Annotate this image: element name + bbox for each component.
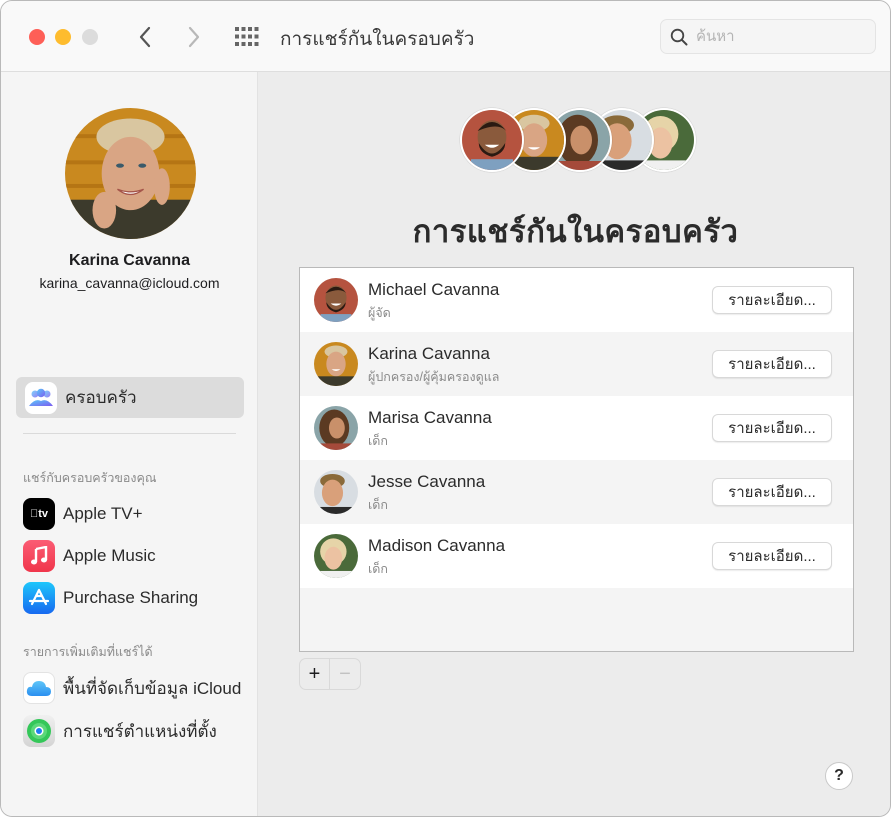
sidebar-item-location-sharing[interactable]: การแชร์ตำแหน่งที่ตั้ง — [23, 714, 217, 748]
remove-member-button[interactable]: − — [330, 659, 360, 689]
chevron-left-icon — [139, 26, 151, 48]
member-role: ผู้จัด — [368, 306, 391, 320]
page-title: การแชร์กันในครอบครัว — [412, 214, 739, 249]
member-avatar — [314, 470, 358, 514]
member-avatar — [314, 278, 358, 322]
chevron-right-icon — [188, 26, 200, 48]
zoom-button[interactable] — [82, 29, 98, 45]
app-store-icon — [23, 582, 55, 614]
profile-email: karina_cavanna@icloud.com — [39, 275, 220, 291]
member-name: Marisa Cavanna — [368, 408, 492, 427]
section-header-shared: แชร์กับครอบครัวของคุณ — [23, 471, 157, 485]
apple-tv-icon: tv — [23, 498, 55, 530]
family-member-list: Michael Cavanna ผู้จัด รายละเอียด... Kar… — [299, 267, 854, 652]
member-role: เด็ก — [368, 562, 388, 576]
sidebar-item-label: Apple Music — [63, 546, 156, 565]
member-row[interactable]: Karina Cavanna ผู้ปกครอง/ผู้คุ้มครองดูแล… — [300, 332, 853, 396]
apple-music-icon — [23, 540, 55, 572]
member-name: Madison Cavanna — [368, 536, 506, 555]
sidebar-item-label: การแชร์ตำแหน่งที่ตั้ง — [63, 721, 217, 741]
close-button[interactable] — [29, 29, 45, 45]
details-button[interactable]: รายละเอียด... — [712, 542, 832, 570]
member-avatar — [314, 342, 358, 386]
sidebar-item-family[interactable]: ครอบครัว — [16, 377, 244, 418]
section-header-more: รายการเพิ่มเติมที่แชร์ได้ — [23, 645, 153, 659]
member-row[interactable]: Jesse Cavanna เด็ก รายละเอียด... — [300, 460, 853, 524]
system-preferences-window: การแชร์กันในครอบครัว Karina Cavanna kari… — [0, 0, 891, 817]
family-avatars — [460, 108, 696, 174]
family-icon — [25, 381, 57, 414]
member-role: เด็ก — [368, 498, 388, 512]
forward-button[interactable] — [183, 23, 205, 51]
member-avatar — [314, 534, 358, 578]
back-button[interactable] — [134, 23, 156, 51]
icloud-icon — [23, 672, 55, 704]
portrait-image — [462, 110, 522, 170]
sidebar-item-label: พื้นที่จัดเก็บข้อมูล iCloud — [63, 678, 242, 698]
search-input[interactable] — [696, 28, 866, 45]
window-title: การแชร์กันในครอบครัว — [280, 29, 475, 50]
member-name: Michael Cavanna — [368, 280, 500, 299]
search-field[interactable] — [660, 19, 876, 54]
details-button[interactable]: รายละเอียด... — [712, 286, 832, 314]
find-my-icon — [23, 715, 55, 747]
minimize-button[interactable] — [55, 29, 71, 45]
member-row[interactable]: Marisa Cavanna เด็ก รายละเอียด... — [300, 396, 853, 460]
add-remove-control: + − — [299, 658, 361, 690]
member-row[interactable]: Michael Cavanna ผู้จัด รายละเอียด... — [300, 268, 853, 332]
sidebar-item-apple-music[interactable]: Apple Music — [23, 539, 156, 573]
member-row[interactable]: Madison Cavanna เด็ก รายละเอียด... — [300, 524, 853, 588]
member-role: ผู้ปกครอง/ผู้คุ้มครองดูแล — [368, 370, 500, 384]
member-avatar — [314, 406, 358, 450]
avatar-michael — [460, 108, 524, 172]
profile-avatar[interactable] — [65, 108, 196, 239]
sidebar-item-label: Purchase Sharing — [63, 588, 199, 607]
show-all-button[interactable] — [235, 27, 259, 47]
show-all-grid-icon — [235, 27, 259, 46]
sidebar-item-icloud-storage[interactable]: พื้นที่จัดเก็บข้อมูล iCloud — [23, 671, 241, 705]
sidebar-item-label: ครอบครัว — [65, 388, 137, 407]
member-role: เด็ก — [368, 434, 388, 448]
search-icon — [670, 28, 688, 45]
main-pane: การแชร์กันในครอบครัว Michael Cavanna ผู้… — [259, 72, 890, 816]
profile-portrait-image — [65, 108, 196, 239]
member-name: Jesse Cavanna — [368, 472, 486, 491]
title-bar: การแชร์กันในครอบครัว — [1, 1, 890, 72]
details-button[interactable]: รายละเอียด... — [712, 414, 832, 442]
details-button[interactable]: รายละเอียด... — [712, 350, 832, 378]
profile-name: Karina Cavanna — [69, 252, 190, 269]
sidebar-item-purchase-sharing[interactable]: Purchase Sharing — [23, 581, 198, 615]
help-button[interactable]: ? — [825, 762, 853, 790]
sidebar-item-label: Apple TV+ — [63, 504, 143, 523]
sidebar-divider — [23, 433, 236, 434]
details-button[interactable]: รายละเอียด... — [712, 478, 832, 506]
add-member-button[interactable]: + — [300, 659, 330, 689]
member-name: Karina Cavanna — [368, 344, 490, 363]
sidebar: Karina Cavanna karina_cavanna@icloud.com… — [1, 72, 258, 816]
sidebar-item-apple-tv[interactable]: tv Apple TV+ — [23, 497, 143, 531]
